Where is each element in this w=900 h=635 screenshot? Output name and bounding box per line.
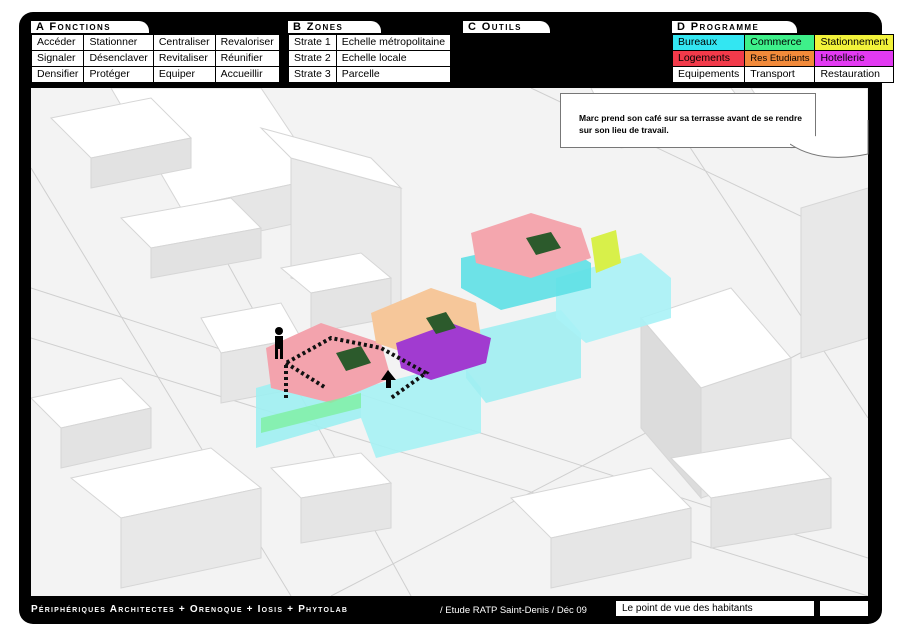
table-row: Strate 2 Echelle locale: [288, 50, 452, 67]
table-row: Bureaux Commerce Stationnement: [671, 34, 895, 51]
fonction-cell: Réunifier: [214, 50, 280, 67]
fonction-cell: Densifier: [30, 66, 85, 83]
table-row: Equipements Transport Restauration: [671, 66, 895, 83]
footer-study: / Etude RATP Saint-Denis / Déc 09: [440, 605, 587, 616]
urban-axonometric-view: [31, 88, 868, 596]
fonction-cell: Revitaliser: [152, 50, 216, 67]
section-c-header: C Outils: [463, 21, 550, 33]
footer-credits: Périphériques Architectes + Orenoque + I…: [31, 604, 349, 615]
zone-scale: Echelle locale: [335, 50, 452, 67]
programme-table: Bureaux Commerce Stationnement Logements…: [671, 34, 895, 83]
table-row: Strate 3 Parcelle: [288, 66, 452, 83]
fonction-cell: Centraliser: [152, 34, 216, 51]
table-row: Strate 1 Echelle métropolitaine: [288, 34, 452, 51]
zone-strate: Strate 3: [288, 66, 337, 83]
programme-restauration: Restauration: [814, 66, 895, 83]
section-d-header: D Programme: [672, 21, 797, 33]
fonction-cell: Stationner: [83, 34, 154, 51]
fonctions-table: Accéder Stationner Centraliser Revaloris…: [30, 34, 280, 83]
zone-strate: Strate 1: [288, 34, 337, 51]
fonction-cell: Protéger: [83, 66, 154, 83]
zones-table: Strate 1 Echelle métropolitaine Strate 2…: [288, 34, 452, 83]
table-row: Signaler Désenclaver Revitaliser Réunifi…: [30, 50, 280, 67]
fonction-cell: Equiper: [152, 66, 216, 83]
programme-bureaux: Bureaux: [671, 34, 746, 51]
footer-caption: Le point de vue des habitants: [616, 601, 814, 616]
zone-scale: Parcelle: [335, 66, 452, 83]
zone-scale: Echelle métropolitaine: [335, 34, 452, 51]
section-a-header: A Fonctions: [31, 21, 149, 33]
programme-logements: Logements: [671, 50, 746, 67]
section-b-header: B Zones: [288, 21, 381, 33]
axonometric-drawing: [31, 88, 868, 596]
fonction-cell: Désenclaver: [83, 50, 154, 67]
programme-transport: Transport: [744, 66, 816, 83]
zone-strate: Strate 2: [288, 50, 337, 67]
footer-blank-box: [820, 601, 868, 616]
table-row: Accéder Stationner Centraliser Revaloris…: [30, 34, 280, 51]
fonction-cell: Revaloriser: [214, 34, 280, 51]
speech-bubble: Marc prend son café sur sa terrasse avan…: [560, 93, 816, 148]
table-row: Densifier Protéger Equiper Accueillir: [30, 66, 280, 83]
fonction-cell: Signaler: [30, 50, 85, 67]
table-row: Logements Res Etudiants Hotellerie: [671, 50, 895, 67]
programme-equipements: Equipements: [671, 66, 746, 83]
programme-stationnement: Stationnement: [814, 34, 895, 51]
programme-commerce: Commerce: [744, 34, 816, 51]
bubble-tail: [790, 120, 869, 158]
programme-res-etudiants: Res Etudiants: [744, 50, 816, 67]
fonction-cell: Accéder: [30, 34, 85, 51]
fonction-cell: Accueillir: [214, 66, 280, 83]
bubble-text: Marc prend son café sur sa terrasse avan…: [579, 113, 802, 135]
programme-hotellerie: Hotellerie: [814, 50, 895, 67]
